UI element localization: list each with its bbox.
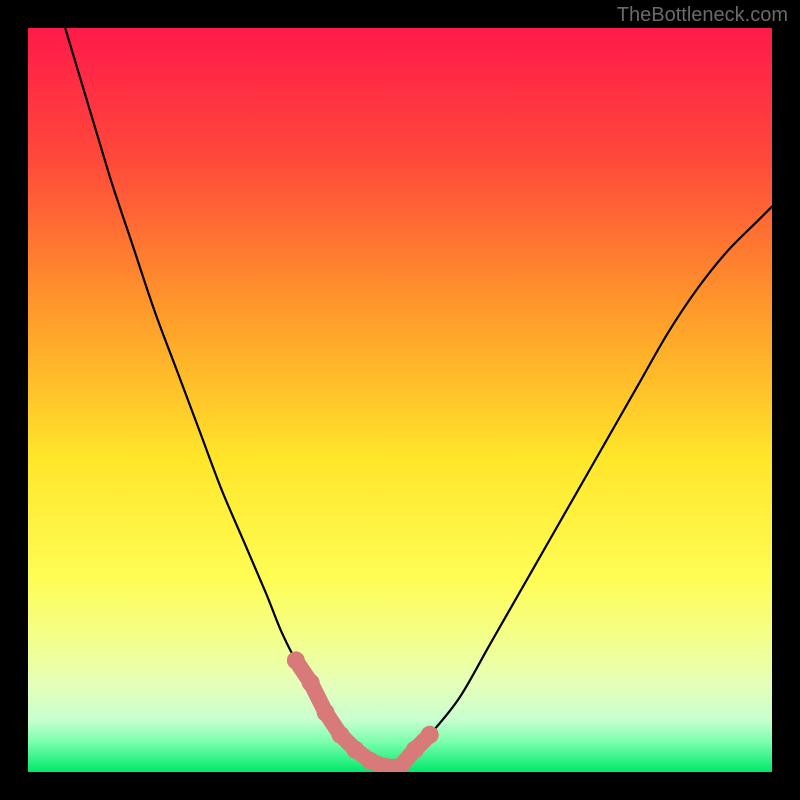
highlight-markers [28,28,772,772]
watermark-text: TheBottleneck.com [617,4,788,27]
highlight-dot [302,674,320,692]
highlight-dot [287,651,305,669]
highlight-dot [331,726,349,744]
highlight-dot [421,726,439,744]
highlight-dot [346,741,364,759]
highlight-dot [317,703,335,721]
highlight-dot [406,741,424,759]
chart-frame [28,28,772,772]
